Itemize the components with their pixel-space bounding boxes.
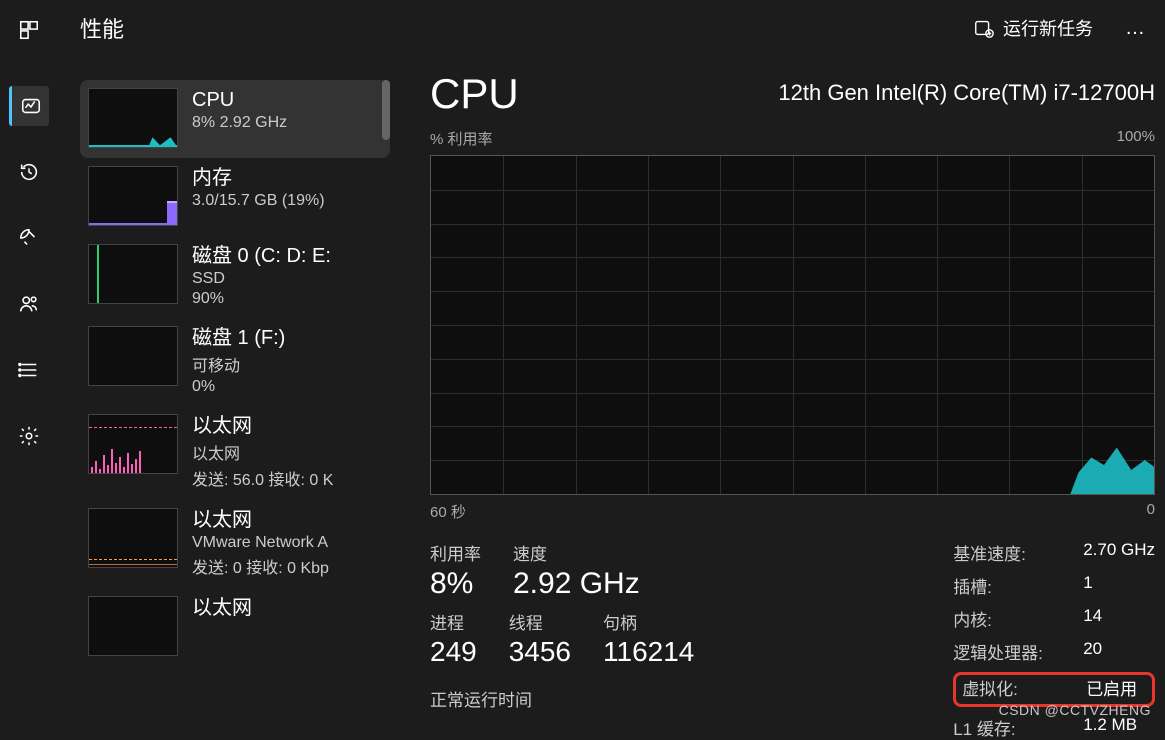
speed-value: 2.92 GHz bbox=[513, 567, 640, 601]
spec-k: 插槽: bbox=[953, 573, 1073, 598]
sidebar-item-disk0[interactable]: 磁盘 0 (C: D: E: SSD 90% bbox=[80, 236, 390, 318]
main-pane: CPU 12th Gen Intel(R) Core(TM) i7-12700H… bbox=[430, 70, 1155, 724]
sidebar-item-ethernet-3[interactable]: 以太网 bbox=[80, 588, 390, 666]
scrollbar-thumb[interactable] bbox=[382, 80, 390, 140]
list-sub2: 发送: 56.0 接收: 0 K bbox=[192, 466, 333, 490]
nav-rail bbox=[0, 0, 58, 724]
list-sub: VMware Network A bbox=[192, 534, 329, 552]
list-sub2: 90% bbox=[192, 290, 331, 308]
thumb-disk0 bbox=[88, 244, 178, 304]
spec-k: L1 缓存: bbox=[953, 715, 1073, 740]
list-sub: 3.0/15.7 GB (19%) bbox=[192, 192, 325, 210]
thumb-memory bbox=[88, 166, 178, 226]
spec-v: 20 bbox=[1083, 639, 1155, 664]
resource-list: CPU 8% 2.92 GHz 内存 3.0/15.7 GB (19%) 磁盘 0 … bbox=[80, 80, 390, 724]
handle-value: 116214 bbox=[603, 636, 694, 668]
proc-label: 进程 bbox=[430, 609, 477, 634]
performance-icon[interactable] bbox=[9, 86, 49, 126]
speed-label: 速度 bbox=[513, 540, 640, 565]
processes-icon[interactable] bbox=[9, 10, 49, 50]
thumb-disk1 bbox=[88, 326, 178, 386]
sidebar-item-ethernet-2[interactable]: 以太网 VMware Network A 发送: 0 接收: 0 Kbp bbox=[80, 500, 390, 588]
chart-y-max: 100% bbox=[1117, 128, 1155, 149]
spec-v: 14 bbox=[1083, 606, 1155, 631]
chart-x-max: 60 秒 bbox=[430, 501, 466, 522]
list-sub: 可移动 bbox=[192, 352, 285, 376]
virt-v: 已启用 bbox=[1086, 675, 1142, 700]
list-title: 以太网 bbox=[192, 508, 329, 532]
startup-icon[interactable] bbox=[9, 218, 49, 258]
spec-k: 逻辑处理器: bbox=[953, 639, 1073, 664]
spec-v: 2.70 GHz bbox=[1083, 540, 1155, 565]
util-value: 8% bbox=[430, 567, 481, 601]
list-sub2: 发送: 0 接收: 0 Kbp bbox=[192, 554, 329, 578]
thumb-net3 bbox=[88, 596, 178, 656]
sidebar-item-cpu[interactable]: CPU 8% 2.92 GHz bbox=[80, 80, 390, 158]
list-title: 磁盘 0 (C: D: E: bbox=[192, 244, 331, 268]
list-title: 以太网 bbox=[192, 596, 252, 620]
list-title: 磁盘 1 (F:) bbox=[192, 326, 285, 350]
handle-label: 句柄 bbox=[603, 609, 694, 634]
list-sub: SSD bbox=[192, 270, 331, 288]
thread-value: 3456 bbox=[509, 636, 571, 668]
uptime-label: 正常运行时间 bbox=[430, 686, 911, 711]
list-title: CPU bbox=[192, 88, 287, 112]
users-icon[interactable] bbox=[9, 284, 49, 324]
cpu-model: 12th Gen Intel(R) Core(TM) i7-12700H bbox=[778, 80, 1155, 106]
spec-v: 1 bbox=[1083, 573, 1155, 598]
more-button[interactable]: … bbox=[1119, 13, 1153, 44]
sidebar-item-ethernet-1[interactable]: 以太网以太网发送: 56.0 接收: 0 K bbox=[80, 406, 390, 500]
util-label: 利用率 bbox=[430, 540, 481, 565]
thumb-net1 bbox=[88, 414, 178, 474]
virt-k: 虚拟化: bbox=[962, 675, 1076, 700]
list-sub: 以太网 bbox=[192, 440, 333, 464]
sidebar-item-disk1[interactable]: 磁盘 1 (F:)可移动 0% bbox=[80, 318, 390, 406]
run-new-task-label: 运行新任务 bbox=[1003, 15, 1093, 41]
spec-v: 1.2 MB bbox=[1083, 715, 1155, 740]
spec-k: 基准速度: bbox=[953, 540, 1073, 565]
list-sub2: 0% bbox=[192, 378, 285, 396]
settings-icon[interactable] bbox=[9, 416, 49, 456]
thread-label: 线程 bbox=[509, 609, 571, 634]
details-icon[interactable] bbox=[9, 350, 49, 390]
chart-area-fill bbox=[1070, 445, 1155, 495]
sidebar-item-memory[interactable]: 内存 3.0/15.7 GB (19%) bbox=[80, 158, 390, 236]
page-title: 性能 bbox=[80, 12, 124, 44]
detail-title: CPU bbox=[430, 70, 519, 118]
spec-k: 内核: bbox=[953, 606, 1073, 631]
cpu-chart[interactable] bbox=[430, 155, 1155, 495]
chart-y-label: % 利用率 bbox=[430, 128, 493, 149]
thumb-cpu bbox=[88, 88, 178, 148]
watermark: CSDN @CCTVZHENG bbox=[999, 702, 1151, 718]
list-title: 内存 bbox=[192, 166, 325, 190]
header: 性能 运行新任务 … bbox=[80, 0, 1165, 56]
proc-value: 249 bbox=[430, 636, 477, 668]
list-sub: 8% 2.92 GHz bbox=[192, 114, 287, 132]
history-icon[interactable] bbox=[9, 152, 49, 192]
run-new-task-button[interactable]: 运行新任务 bbox=[965, 9, 1101, 47]
thumb-net2 bbox=[88, 508, 178, 568]
chart-x-min: 0 bbox=[1147, 501, 1155, 522]
list-title: 以太网 bbox=[192, 414, 333, 438]
